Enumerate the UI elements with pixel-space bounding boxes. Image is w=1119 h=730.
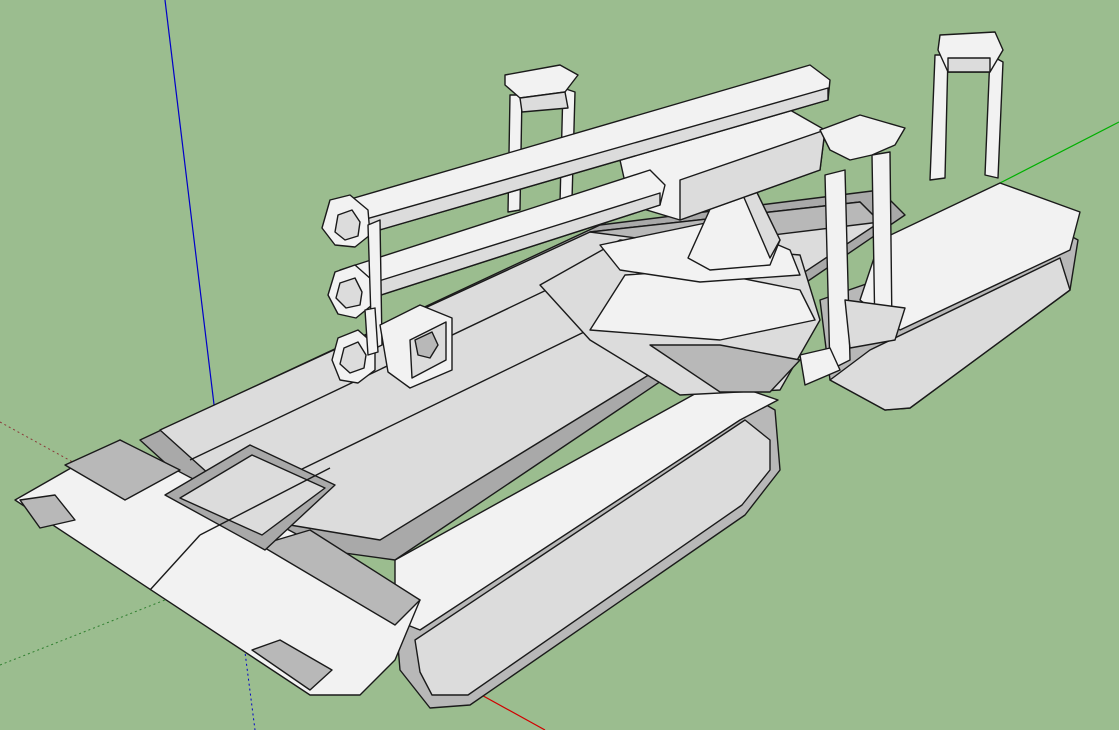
sketchup-viewport[interactable] (0, 0, 1119, 730)
model-canvas[interactable] (0, 0, 1119, 730)
green-axis-hidden (0, 597, 171, 666)
green-axis (999, 121, 1119, 184)
vehicle-model[interactable] (14, 31, 1081, 709)
support-frame-right[interactable] (929, 31, 1004, 181)
